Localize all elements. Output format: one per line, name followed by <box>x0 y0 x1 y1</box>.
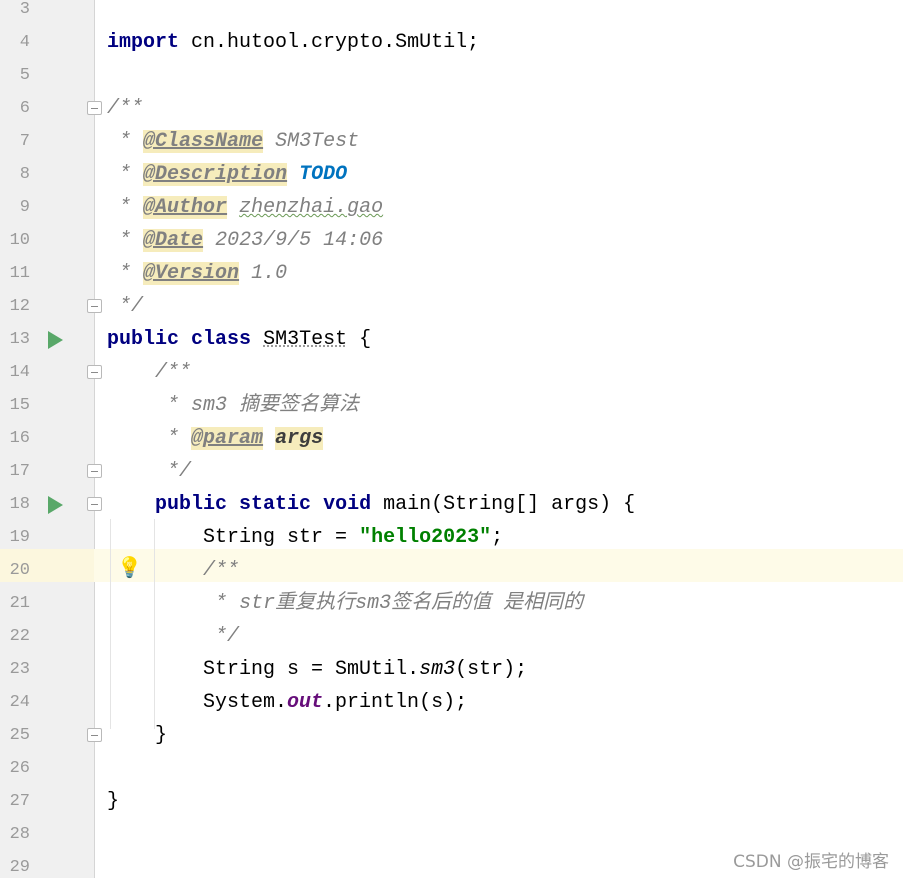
param-tag: @param <box>191 427 264 450</box>
line-number: 4 <box>19 33 30 52</box>
watermark: CSDN @振宅的博客 <box>733 852 889 872</box>
line-number: 7 <box>19 132 30 151</box>
line-number: 9 <box>19 198 30 217</box>
line-number: 6 <box>19 99 30 118</box>
run-gutter-icon[interactable] <box>48 496 63 514</box>
code-line: 18 public static void main(String[] args… <box>0 488 903 521</box>
method-signature: main(String[] args) <box>383 493 612 516</box>
code-line: 16 * @param args <box>0 422 903 455</box>
import-keyword: import <box>107 31 180 54</box>
doc-comment-close: */ <box>119 295 144 318</box>
code-line: 23 String s = SmUtil.sm3(str); <box>0 653 903 686</box>
line-number: 25 <box>9 726 30 745</box>
line-number: 15 <box>9 396 30 415</box>
line-number: 3 <box>19 0 30 19</box>
author-tag: @Author <box>143 196 228 219</box>
run-gutter-icon[interactable] <box>48 331 63 349</box>
code-line: 4 import cn.hutool.crypto.SmUtil; <box>0 26 903 59</box>
code-line: 8 * @Description TODO <box>0 158 903 191</box>
string-literal: "hello2023" <box>359 526 492 549</box>
inline-doc-text: str重复执行sm3签名后的值 是相同的 <box>239 592 584 615</box>
todo-marker: TODO <box>299 163 348 186</box>
code-line: 15 * sm3 摘要签名算法 <box>0 389 903 422</box>
line-number: 23 <box>9 660 30 679</box>
line-number: 22 <box>9 627 30 646</box>
description-tag: @Description <box>143 163 288 186</box>
date-tag: @Date <box>143 229 204 252</box>
fold-icon[interactable] <box>87 101 102 115</box>
version-tag: @Version <box>143 262 240 285</box>
line-number: 10 <box>9 231 30 250</box>
line-number: 19 <box>9 528 30 547</box>
code-line: 7 * @ClassName SM3Test <box>0 125 903 158</box>
classname-tag: @ClassName <box>143 130 264 153</box>
method-doc-text: sm3 摘要签名算法 <box>191 394 360 417</box>
code-line: 3 <box>0 0 903 26</box>
fold-icon[interactable] <box>87 728 102 742</box>
fold-icon[interactable] <box>87 299 102 313</box>
line-number: 13 <box>9 330 30 349</box>
fold-icon[interactable] <box>87 497 102 511</box>
code-line: 17 */ <box>0 455 903 488</box>
version-value: 1.0 <box>251 262 288 285</box>
code-line: 12 */ <box>0 290 903 323</box>
line-number: 28 <box>9 825 30 844</box>
fold-icon[interactable] <box>87 365 102 379</box>
code-line: 27 } <box>0 785 903 818</box>
param-name: args <box>275 427 324 450</box>
author-value: zhenzhai.gao <box>239 196 384 219</box>
code-line: 22 */ <box>0 620 903 653</box>
line-number: 17 <box>9 462 30 481</box>
line-number: 14 <box>9 363 30 382</box>
line-number: 24 <box>9 693 30 712</box>
line-number: 20 <box>9 561 30 580</box>
line-number: 16 <box>9 429 30 448</box>
code-line: 24 System.out.println(s); <box>0 686 903 719</box>
code-line: 5 <box>0 59 903 92</box>
code-line: 19 String str = "hello2023"; <box>0 521 903 554</box>
line-number: 12 <box>9 297 30 316</box>
code-line: 13 public class SM3Test { <box>0 323 903 356</box>
doc-comment-open: /** <box>107 97 144 120</box>
code-line: 25 } <box>0 719 903 752</box>
code-line: 21 * str重复执行sm3签名后的值 是相同的 <box>0 587 903 620</box>
line-number: 5 <box>19 66 30 85</box>
date-value: 2023/9/5 14:06 <box>215 229 384 252</box>
code-line: 10 * @Date 2023/9/5 14:06 <box>0 224 903 257</box>
line-number: 26 <box>9 759 30 778</box>
code-line: 6 /** <box>0 92 903 125</box>
code-line-current: 20 💡 /** <box>0 554 903 587</box>
line-number: 18 <box>9 495 30 514</box>
code-line: 9 * @Author zhenzhai.gao <box>0 191 903 224</box>
code-line: 11 * @Version 1.0 <box>0 257 903 290</box>
import-path: cn.hutool.crypto.SmUtil; <box>191 31 480 54</box>
fold-icon[interactable] <box>87 464 102 478</box>
classname-value: SM3Test <box>275 130 360 153</box>
line-number: 29 <box>9 858 30 877</box>
code-line: 26 <box>0 752 903 785</box>
line-number: 11 <box>9 264 30 283</box>
line-number: 21 <box>9 594 30 613</box>
line-number: 8 <box>19 165 30 184</box>
code-line: 14 /** <box>0 356 903 389</box>
line-number: 27 <box>9 792 30 811</box>
static-method-call: sm3 <box>419 658 456 681</box>
class-name: SM3Test <box>263 328 348 351</box>
static-field: out <box>287 691 324 714</box>
